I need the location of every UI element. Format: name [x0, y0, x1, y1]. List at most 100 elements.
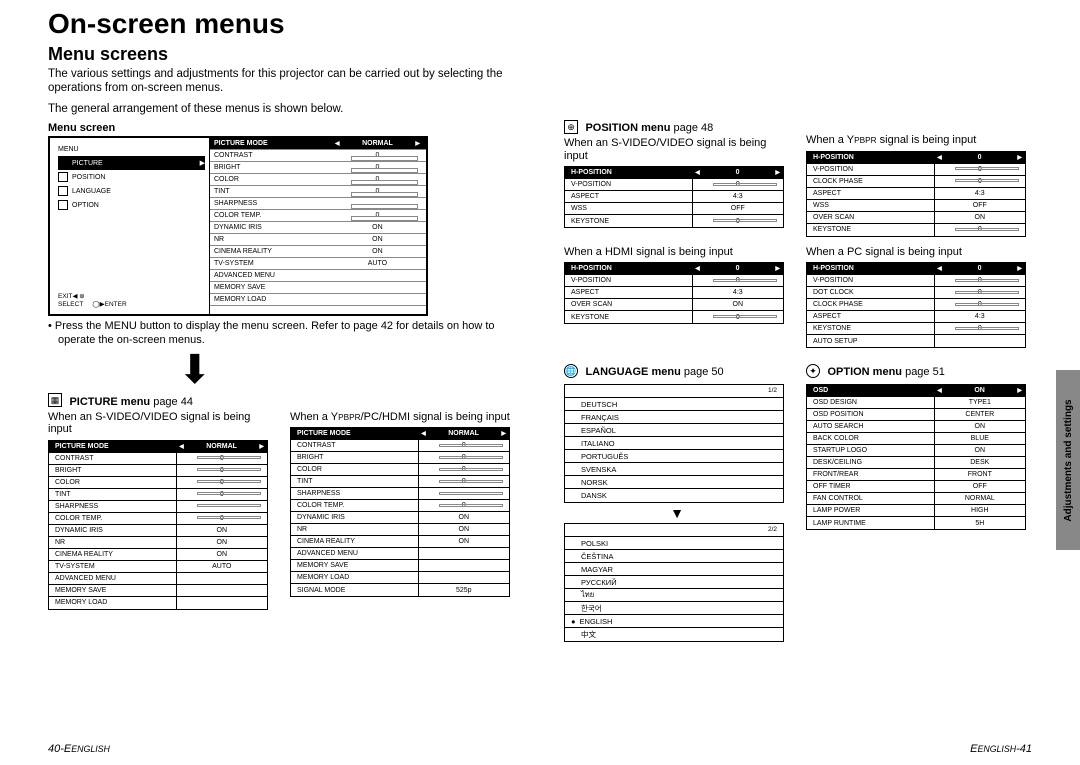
section-title: Menu screens — [48, 44, 516, 65]
osd-row: TINT0 — [210, 186, 426, 198]
lang-page-1-ind: 1/2 — [768, 387, 777, 394]
osd-right-pane: PICTURE MODE◀NORMAL▶CONTRAST0BRIGHT0COLO… — [210, 138, 426, 314]
osd-controls: EXIT◀ ⊕ SELECT ◯▶ENTER — [58, 292, 127, 308]
position-table-3: H-POSITION◀0▶V-POSITION0ASPECT4:3OVER SC… — [564, 262, 784, 324]
picture-cond1: When an S-VIDEO/VIDEO signal is being in… — [48, 411, 274, 436]
table-row: MEMORY SAVE — [49, 585, 267, 597]
osd-sidebar-item: POSITION — [58, 170, 205, 184]
menu-screen-bullet: Press the MENU button to display the men… — [58, 320, 516, 348]
language-item: POLSKI — [565, 537, 783, 550]
table-row: COLOR TEMP.0 — [49, 513, 267, 525]
table-row: NRON — [49, 537, 267, 549]
table-row: PICTURE MODE◀NORMAL▶ — [291, 428, 509, 440]
table-row: WSSOFF — [807, 200, 1025, 212]
table-row: V-POSITION0 — [807, 275, 1025, 287]
osd-row: COLOR TEMP.0 — [210, 210, 426, 222]
picture-table-1: PICTURE MODE◀NORMAL▶CONTRAST0BRIGHT0COLO… — [48, 440, 268, 610]
table-row: CONTRAST0 — [291, 440, 509, 452]
table-row: V-POSITION0 — [807, 164, 1025, 176]
menu-screen-label: Menu screen — [48, 122, 516, 134]
position-cond3: When a HDMI signal is being input — [564, 246, 790, 259]
side-tab: Adjustments and settings — [1056, 370, 1080, 550]
osd-row: NRON — [210, 234, 426, 246]
table-row: DOT CLOCK0 — [807, 287, 1025, 299]
language-box-1: 1/2 DEUTSCHFRANÇAISESPAÑOLITALIANOPORTUG… — [564, 384, 784, 503]
table-row: SHARPNESS — [291, 488, 509, 500]
enter-label: ENTER — [105, 301, 127, 308]
osd-sidebar-item: MENU — [58, 142, 205, 156]
osd-row: DYNAMIC IRISON — [210, 222, 426, 234]
option-menu-heading: ✦ OPTION menu page 51 — [806, 362, 1032, 380]
table-row: FRONT/REARFRONT — [807, 469, 1025, 481]
language-item: NORSK — [565, 476, 783, 489]
language-menu-heading: 🌐 LANGUAGE menu page 50 — [564, 362, 790, 380]
picture-menu-icon: ▦ — [48, 393, 62, 407]
position-menu-heading: ⊕ POSITION menu page 48 — [564, 118, 790, 136]
table-row: ASPECT4:3 — [807, 311, 1025, 323]
table-row: AUTO SETUP — [807, 335, 1025, 347]
table-row: MEMORY LOAD — [49, 597, 267, 609]
table-row: DYNAMIC IRISON — [291, 512, 509, 524]
table-row: BRIGHT0 — [49, 465, 267, 477]
table-row: SIGNAL MODE525p — [291, 584, 509, 596]
table-row: WSSOFF — [565, 203, 783, 215]
table-row: H-POSITION◀0▶ — [807, 263, 1025, 275]
exit-label: EXIT — [58, 293, 72, 300]
table-row: ASPECT4:3 — [565, 191, 783, 203]
position-cond4: When a PC signal is being input — [806, 246, 1032, 259]
option-table: OSD◀ON▶OSD DESIGNTYPE1OSD POSITIONCENTER… — [806, 384, 1026, 530]
table-row: OVER SCANON — [807, 212, 1025, 224]
position-table-1: H-POSITION◀0▶V-POSITION0ASPECT4:3WSSOFFK… — [564, 166, 784, 228]
table-row: SHARPNESS — [49, 501, 267, 513]
osd-row: BRIGHT0 — [210, 162, 426, 174]
table-row: STARTUP LOGOON — [807, 445, 1025, 457]
table-row: OVER SCANON — [565, 299, 783, 311]
position-table-4: H-POSITION◀0▶V-POSITION0DOT CLOCK0CLOCK … — [806, 262, 1026, 348]
language-item: PORTUGUÊS — [565, 450, 783, 463]
intro-p2: The general arrangement of these menus i… — [48, 102, 516, 116]
page-title: On-screen menus — [48, 8, 516, 40]
page-left: On-screen menus Menu screens The various… — [0, 0, 540, 765]
table-row: LAMP POWERHIGH — [807, 505, 1025, 517]
position-cond1: When an S-VIDEO/VIDEO signal is being in… — [564, 137, 790, 162]
lang-page-2-ind: 2/2 — [768, 526, 777, 533]
language-item: MAGYAR — [565, 563, 783, 576]
osd-row: SHARPNESS — [210, 198, 426, 210]
language-item: FRANÇAIS — [565, 411, 783, 424]
osd-row: PICTURE MODE◀NORMAL▶ — [210, 138, 426, 150]
table-row: DESK/CEILINGDESK — [807, 457, 1025, 469]
table-row: ADVANCED MENU — [49, 573, 267, 585]
osd-row: CINEMA REALITYON — [210, 246, 426, 258]
language-item: ไทย — [565, 589, 783, 602]
osd-main-screen: MENUPICTURE▶POSITIONLANGUAGEOPTION EXIT◀… — [48, 136, 428, 316]
table-row: KEYSTONE0 — [565, 215, 783, 227]
table-row: CLOCK PHASE0 — [807, 176, 1025, 188]
footer-left: 40-EENGLISH — [48, 743, 110, 755]
position-menu-icon: ⊕ — [564, 120, 578, 134]
osd-row: CONTRAST0 — [210, 150, 426, 162]
table-row: CLOCK PHASE0 — [807, 299, 1025, 311]
table-row: FAN CONTROLNORMAL — [807, 493, 1025, 505]
page-right: ⊕ POSITION menu page 48 When an S-VIDEO/… — [540, 0, 1080, 765]
osd-row: COLOR0 — [210, 174, 426, 186]
select-label: SELECT — [58, 301, 83, 308]
osd-row: TV-SYSTEMAUTO — [210, 258, 426, 270]
table-row: TINT0 — [291, 476, 509, 488]
table-row: H-POSITION◀0▶ — [565, 263, 783, 275]
table-row: MEMORY LOAD — [291, 572, 509, 584]
table-row: COLOR0 — [291, 464, 509, 476]
table-row: CINEMA REALITYON — [49, 549, 267, 561]
language-item: РУССКИЙ — [565, 576, 783, 589]
table-row: V-POSITION0 — [565, 179, 783, 191]
table-row: H-POSITION◀0▶ — [807, 152, 1025, 164]
table-row: MEMORY SAVE — [291, 560, 509, 572]
table-row: KEYSTONE0 — [565, 311, 783, 323]
table-row: DYNAMIC IRISON — [49, 525, 267, 537]
osd-sidebar-item: LANGUAGE — [58, 184, 205, 198]
table-row: NRON — [291, 524, 509, 536]
table-row: BACK COLORBLUE — [807, 433, 1025, 445]
language-item: ČEŠTINA — [565, 550, 783, 563]
table-row: COLOR TEMP.0 — [291, 500, 509, 512]
table-row: TV-SYSTEMAUTO — [49, 561, 267, 573]
position-cond2: When a YPBPR signal is being input — [806, 134, 1032, 147]
